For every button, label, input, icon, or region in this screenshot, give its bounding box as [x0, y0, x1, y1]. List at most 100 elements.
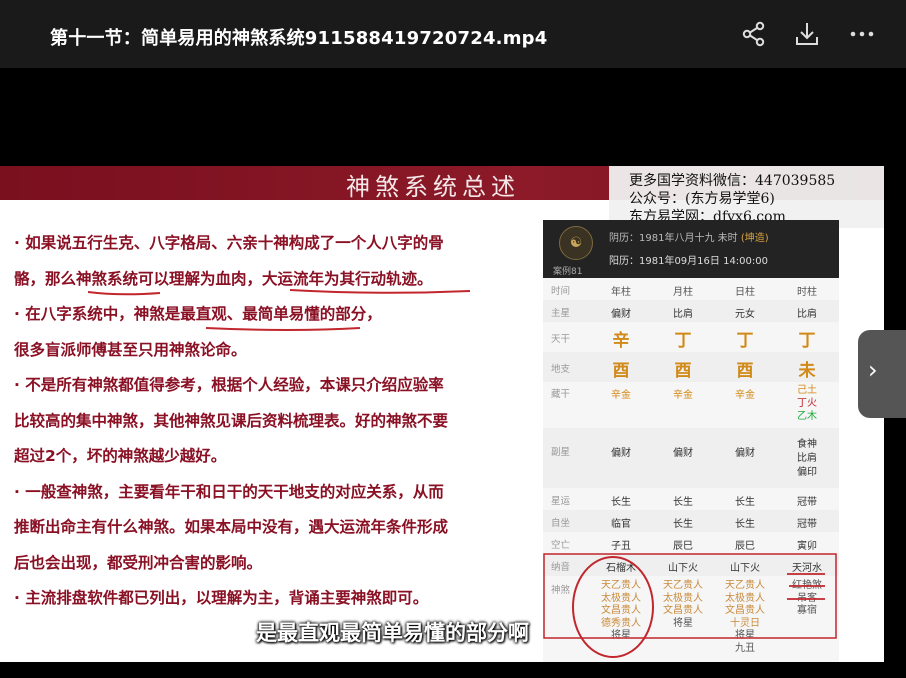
- shensha-row: 神煞 天乙贵人 太极贵人 文昌贵人 德秀贵人 将星 天乙贵人 太极贵人 文昌贵人…: [543, 576, 839, 662]
- shensha-item: 天乙贵人: [601, 580, 641, 591]
- table-cell: 长生: [735, 519, 755, 530]
- table-cell: 天乙贵人 太极贵人 文昌贵人 将星: [653, 580, 713, 630]
- table-cell: 酉: [736, 361, 754, 381]
- table-cell: 辛金: [611, 390, 631, 401]
- table-row: 主星 偏财 比肩 元女 比肩: [543, 300, 839, 323]
- row-label: 纳音: [551, 562, 571, 573]
- table-cell: 丁: [736, 331, 754, 351]
- table-cell: 偏财: [611, 309, 631, 320]
- table-cell: 丁: [674, 331, 692, 351]
- hidden-stem: 丁火: [797, 398, 817, 409]
- next-button[interactable]: ›: [858, 330, 906, 418]
- table-cell: 丁: [798, 331, 816, 351]
- table-cell: 长生: [673, 519, 693, 530]
- row-label: 主星: [551, 308, 571, 319]
- table-cell: 天河水: [792, 563, 822, 574]
- table-cell: 红艳煞 吊客 寡宿: [777, 580, 837, 618]
- row-label: 时间: [551, 286, 571, 297]
- table-cell: 寅卯: [797, 541, 817, 552]
- header-row: 时间 年柱 月柱 日柱 时柱: [543, 278, 839, 301]
- row-label: 副星: [551, 447, 571, 458]
- shensha-item: 将星: [735, 630, 755, 641]
- bullet-line: 很多盲派师傅甚至只用神煞论命。: [14, 340, 247, 359]
- table-row: 自坐 临官 长生 长生 冠带: [543, 510, 839, 533]
- bullet-line: 推断出命主有什么神煞。如果本局中没有，遇大运流年条件形成: [14, 518, 449, 536]
- column-header: 年柱: [611, 287, 631, 298]
- table-cell: 未: [798, 361, 816, 381]
- hidden-stem: 己土: [797, 385, 817, 396]
- bullet-line: · 主流排盘软件都已列出，以理解为主，背诵主要神煞即可。: [14, 589, 429, 607]
- table-cell: 冠带: [797, 519, 817, 530]
- row-label: 地支: [551, 364, 571, 375]
- watermark: 更多国学资料微信：447039585 公众号：(东方易学堂6) 东方易学网：df…: [609, 166, 884, 228]
- download-icon[interactable]: [793, 20, 821, 48]
- table-cell: 偏财: [611, 448, 631, 459]
- table-cell: 天乙贵人 太极贵人 文昌贵人 德秀贵人 将星: [591, 580, 651, 643]
- shensha-item: 德秀贵人: [601, 617, 641, 629]
- title-bar: 第十一节：简单易用的神煞系统911588419720724.mp4: [0, 0, 906, 68]
- table-row: 天干 辛 丁 丁 丁: [543, 322, 839, 353]
- table-cell: 辛金: [673, 390, 693, 401]
- shensha-item: 太极贵人: [601, 592, 641, 604]
- lunar-date: 阴历：1981年八月十九 未时 (坤造): [609, 229, 769, 244]
- shensha-item: 文昌贵人: [663, 605, 703, 616]
- table-cell: 山下火: [668, 563, 698, 574]
- shensha-item: 寡宿: [797, 605, 817, 616]
- chart-header: ☯ 案例81 阴历：1981年八月十九 未时 (坤造) 阳历：1981年09月1…: [543, 220, 839, 278]
- share-icon[interactable]: [740, 20, 768, 48]
- row-label: 星运: [551, 496, 571, 507]
- bullet-line: 后也会出现，都受刑冲合害的影响。: [14, 553, 263, 572]
- shensha-item: 九丑: [735, 642, 755, 654]
- shensha-item: 将星: [673, 617, 693, 629]
- watermark-line: 公众号：(东方易学堂6): [629, 191, 775, 207]
- table-row: 纳音 石榴木 山下火 山下火 天河水: [543, 554, 839, 577]
- table-row: 星运 长生 长生 长生 冠带: [543, 488, 839, 511]
- table-cell: 元女: [735, 309, 755, 320]
- row-label: 神煞: [551, 585, 571, 596]
- table-row: 藏干 辛金 辛金 辛金 己土 丁火 乙木: [543, 382, 839, 429]
- row-label: 空亡: [551, 540, 571, 551]
- avatar: ☯: [559, 226, 593, 260]
- column-header: 时柱: [797, 287, 817, 298]
- table-cell: 子丑: [611, 541, 631, 552]
- table-cell: 山下火: [730, 563, 760, 574]
- table-cell: 辛金: [735, 390, 755, 401]
- watermark-line: 更多国学资料微信：447039585: [629, 173, 836, 189]
- column-header: 月柱: [673, 287, 693, 298]
- chevron-right-icon: ›: [868, 356, 878, 384]
- table-cell: 辛: [612, 331, 630, 351]
- hidden-stem: 乙木: [797, 411, 817, 422]
- table-row: 空亡 子丑 辰巳 辰巳 寅卯: [543, 532, 839, 555]
- slide-frame: 神煞系统总述 更多国学资料微信：447039585 公众号：(东方易学堂6) 东…: [0, 166, 884, 662]
- table-row: 地支 酉 酉 酉 未: [543, 352, 839, 383]
- table-cell: 比肩: [673, 309, 693, 320]
- table-cell: 酉: [612, 361, 630, 381]
- shensha-item: 天乙贵人: [725, 580, 765, 591]
- shensha-item: 天乙贵人: [663, 580, 703, 591]
- row-label: 天干: [551, 334, 571, 345]
- bullet-line: · 如果说五行生克、八字格局、六亲十神构成了一个人八字的骨: [14, 234, 444, 252]
- table-cell: 冠带: [797, 497, 817, 508]
- more-icon[interactable]: [848, 20, 876, 48]
- bullet-line: 超过2个，坏的神煞越少越好。: [14, 447, 227, 465]
- table-cell: 临官: [611, 519, 631, 530]
- bazi-chart: ☯ 案例81 阴历：1981年八月十九 未时 (坤造) 阳历：1981年09月1…: [543, 220, 839, 662]
- shensha-item: 吊客: [797, 592, 817, 604]
- table-cell: 己土 丁火 乙木: [777, 384, 837, 423]
- bullet-list: · 如果说五行生克、八字格局、六亲十神构成了一个人八字的骨 骼，那么神煞系统可以…: [14, 226, 524, 617]
- shensha-item: 文昌贵人: [601, 605, 641, 616]
- table-row: 副星 偏财 偏财 偏财 食神 比肩 偏印: [543, 428, 839, 489]
- table-cell: 长生: [735, 497, 755, 508]
- shensha-item: 太极贵人: [663, 592, 703, 604]
- table-cell: 酉: [674, 361, 692, 381]
- table-cell: 食神 比肩 偏印: [777, 438, 837, 480]
- bullet-line: · 不是所有神煞都值得参考，根据个人经验，本课只介绍应验率: [14, 376, 444, 394]
- secondary-star: 比肩: [797, 453, 817, 464]
- table-cell: 天乙贵人 太极贵人 文昌贵人 十灵日 将星 九丑: [715, 580, 775, 655]
- table-cell: 石榴木: [606, 563, 636, 574]
- bullet-line: 比较高的集中神煞，其他神煞见课后资料梳理表。好的神煞不要: [14, 411, 449, 430]
- shensha-item: 十灵日: [730, 617, 760, 629]
- row-label: 自坐: [551, 518, 571, 529]
- table-cell: 偏财: [735, 448, 755, 459]
- slide-title: 神煞系统总述: [346, 173, 520, 201]
